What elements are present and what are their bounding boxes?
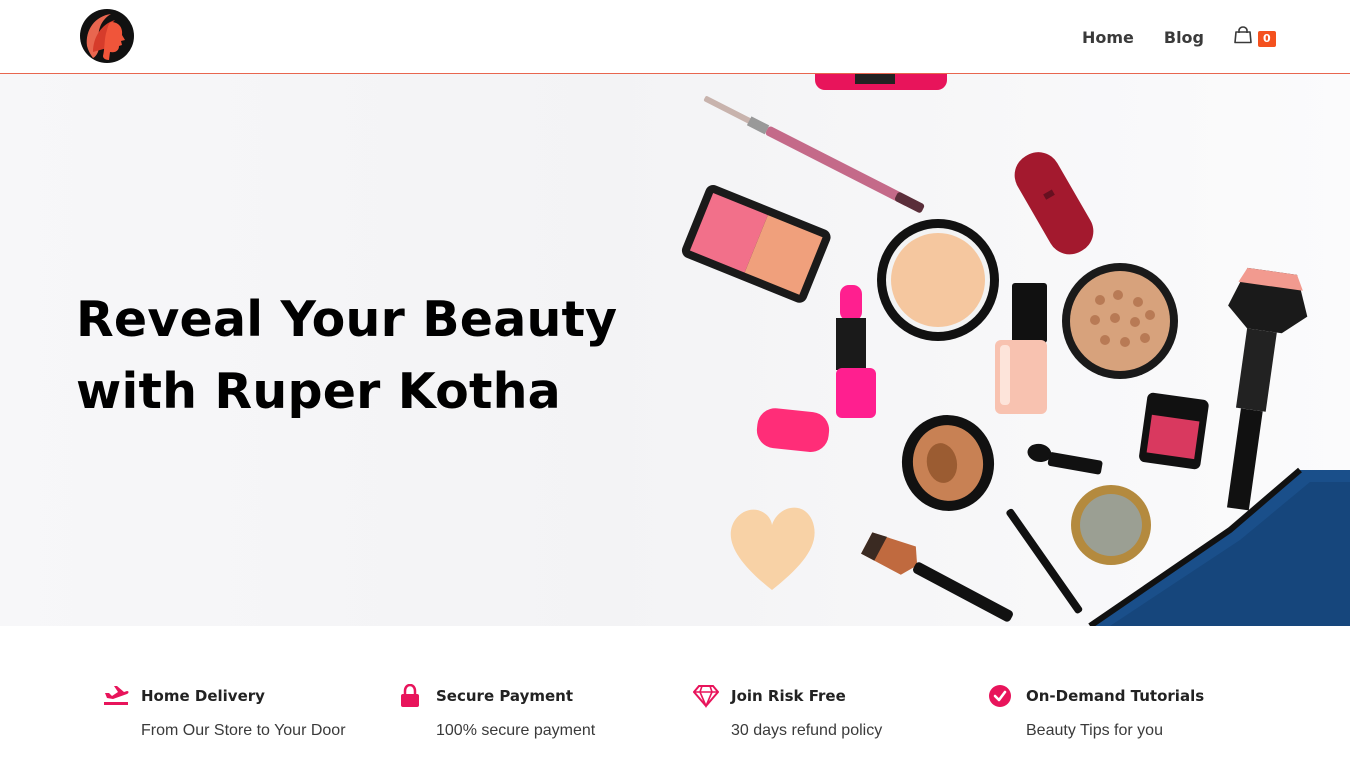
check-circle-icon [989, 685, 1011, 707]
main-nav: Home Blog 0 [1052, 26, 1276, 48]
feature-subtitle: Beauty Tips for you [1026, 722, 1163, 739]
feature-subtitle: 100% secure payment [436, 722, 596, 739]
hero-banner: Reveal Your Beauty with Ruper Kotha [0, 74, 1350, 626]
features-strip: Home Delivery From Our Store to Your Doo… [0, 626, 1350, 767]
hero-title: Reveal Your Beauty with Ruper Kotha [76, 284, 636, 428]
woman-profile-logo-icon [80, 9, 134, 63]
nav-blog-link[interactable]: Blog [1164, 28, 1204, 47]
lock-icon [401, 684, 419, 707]
feature-subtitle: From Our Store to Your Door [141, 722, 346, 739]
feature-subtitle: 30 days refund policy [731, 722, 883, 739]
diamond-icon [693, 685, 719, 708]
feature-title: On-Demand Tutorials [1026, 687, 1205, 705]
nav-home-link[interactable]: Home [1082, 28, 1134, 47]
shopping-bag-icon [1234, 26, 1252, 44]
site-header: Home Blog 0 [0, 0, 1350, 74]
cart-button[interactable]: 0 [1234, 26, 1276, 48]
airplane-delivery-icon [104, 686, 129, 705]
hero-title-line1: Reveal Your Beauty [76, 291, 618, 348]
feature-title: Home Delivery [141, 687, 265, 705]
site-logo[interactable] [79, 8, 135, 64]
feature-title: Secure Payment [436, 687, 574, 705]
cart-count-badge: 0 [1258, 31, 1276, 47]
feature-title: Join Risk Free [731, 687, 846, 705]
hero-title-line2: with Ruper Kotha [76, 363, 561, 420]
cosmetics-flatlay-image [681, 74, 1350, 626]
